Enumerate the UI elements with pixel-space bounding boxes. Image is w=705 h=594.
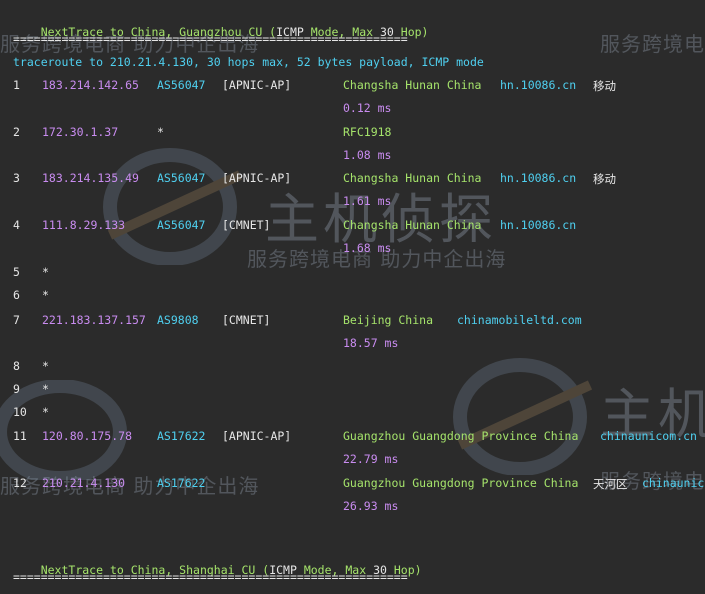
hop-asn: AS56047 (157, 78, 206, 92)
hop-hostname: chinaunicom.cn (600, 429, 697, 443)
hop-asn: AS56047 (157, 171, 206, 185)
hop-isp: 移动 (593, 172, 616, 186)
hop-timeout-star: * (42, 359, 49, 373)
watermark-slogan-top-right: 服务跨境电商 助力中企出海 (600, 32, 705, 56)
hop-latency: 18.57 ms (343, 336, 399, 350)
hop-number: 11 (13, 429, 27, 443)
hop-asn: AS17622 (157, 429, 206, 443)
hop-latency: 1.08 ms (343, 148, 392, 162)
hop-latency: 0.12 ms (343, 101, 392, 115)
hop-number: 5 (13, 265, 20, 279)
hop-geo: Guangzhou Guangdong Province China (343, 476, 579, 490)
hop-asn: AS9808 (157, 313, 199, 327)
hop-timeout-star: * (42, 265, 49, 279)
hop-number: 7 (13, 313, 20, 327)
hop-tag: [APNIC-AP] (222, 429, 292, 443)
hop-number: 9 (13, 382, 20, 396)
watermark-slogan-bottom-left: 服务跨境电商 助力中企出海 (0, 474, 260, 498)
hop-timeout-star: * (42, 382, 49, 396)
hop-timeout-star: * (42, 405, 49, 419)
hop-geo: Changsha Hunan China (343, 78, 482, 92)
hop-hostname: chinaunicom.cn (642, 476, 705, 490)
hop-latency: 26.93 ms (343, 499, 399, 513)
trace-header-shanghai: NextTrace to China, Shanghai CU (ICMP Mo… (13, 546, 422, 577)
hop-ip: 172.30.1.37 (42, 125, 119, 139)
hop-asn: AS56047 (157, 218, 206, 232)
hop-latency: 22.79 ms (343, 452, 399, 466)
hop-number: 1 (13, 78, 20, 92)
hop-tag: [APNIC-AP] (222, 78, 292, 92)
hop-timeout-star: * (42, 288, 49, 302)
hop-ip: 210.21.4.130 (42, 476, 126, 490)
trace-header-guangzhou: NextTrace to China, Guangzhou CU (ICMP M… (13, 8, 429, 39)
watermark-logo-icon (453, 358, 593, 475)
hop-number: 8 (13, 359, 20, 373)
hop-geo: Changsha Hunan China (343, 218, 482, 232)
traceroute-command-line: traceroute to 210.21.4.130, 30 hops max,… (13, 55, 484, 69)
hop-number: 3 (13, 171, 20, 185)
hop-ip: 120.80.175.78 (42, 429, 133, 443)
hop-number: 4 (13, 218, 20, 232)
hop-hostname: hn.10086.cn (500, 171, 577, 185)
hop-asn: AS17622 (157, 476, 206, 490)
hop-ip: 221.183.137.157 (42, 313, 146, 327)
hop-number: 12 (13, 476, 27, 490)
hop-latency: 1.68 ms (343, 241, 392, 255)
hop-geo: Guangzhou Guangdong Province China (343, 429, 579, 443)
hop-geo: Beijing China (343, 313, 434, 327)
hop-geo: RFC1918 (343, 125, 392, 139)
header-rule: ========================================… (13, 32, 408, 46)
watermark-logo-icon (103, 148, 243, 265)
hop-ip: 183.214.135.49 (42, 171, 139, 185)
hop-geo: Changsha Hunan China (343, 171, 482, 185)
hop-tag: [APNIC-AP] (222, 171, 292, 185)
hop-isp: 移动 (593, 79, 616, 93)
hop-hostname: hn.10086.cn (500, 218, 577, 232)
terminal-window: 服务跨境电商 助力中企出海 服务跨境电商 助力中企出海 主机侦探 服务跨境电商 … (0, 0, 705, 584)
hop-isp: 天河区 (593, 477, 628, 491)
hop-ip: 111.8.29.133 (42, 218, 126, 232)
hop-hostname: hn.10086.cn (500, 78, 577, 92)
hop-ip: 183.214.142.65 (42, 78, 139, 92)
hop-latency: 1.61 ms (343, 194, 392, 208)
hop-tag: [CMNET] (222, 218, 271, 232)
hop-hostname: chinamobileltd.com (457, 313, 582, 327)
hop-tag: [CMNET] (222, 313, 271, 327)
hop-number: 6 (13, 288, 20, 302)
hop-asn: * (157, 125, 164, 139)
header-rule: ========================================… (13, 570, 408, 584)
hop-number: 2 (13, 125, 20, 139)
hop-number: 10 (13, 405, 27, 419)
